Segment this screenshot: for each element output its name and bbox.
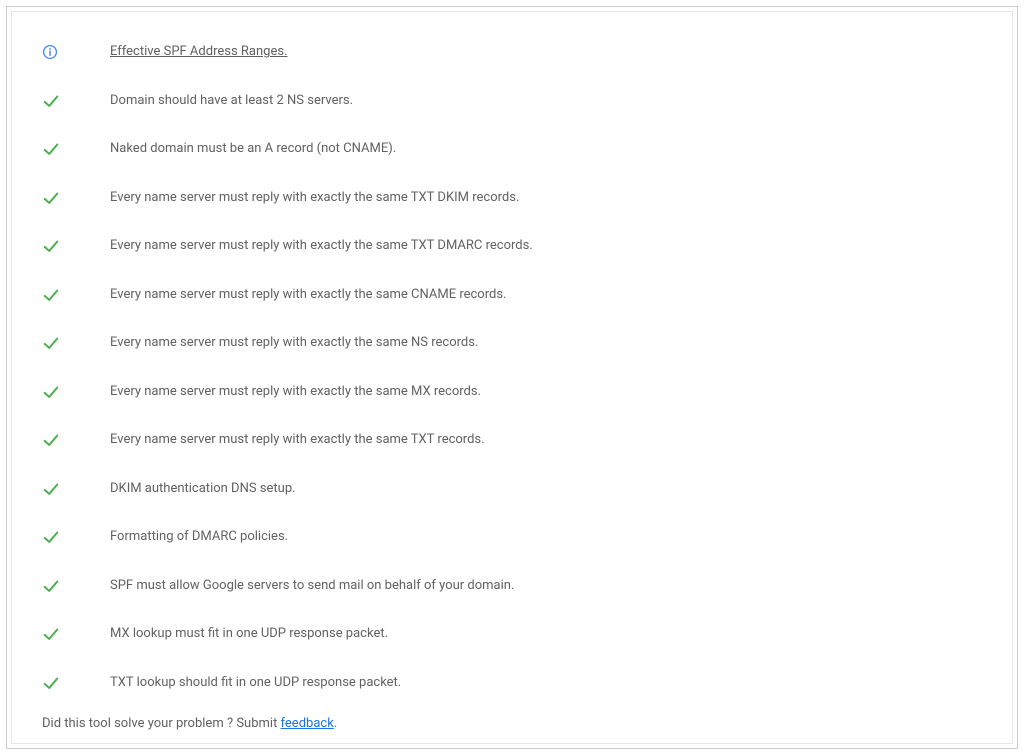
check-text: DKIM authentication DNS setup. [110, 481, 296, 497]
check-text: Every name server must reply with exactl… [110, 432, 485, 448]
check-link[interactable]: Effective SPF Address Ranges. [110, 44, 288, 60]
check-text: Every name server must reply with exactl… [110, 335, 478, 351]
check-row: Domain should have at least 2 NS servers… [42, 77, 982, 126]
check-row: Formatting of DMARC policies. [42, 513, 982, 562]
outer-border: Effective SPF Address Ranges. Domain shou… [6, 6, 1018, 749]
check-icon [42, 528, 60, 546]
check-row: Every name server must reply with exactl… [42, 222, 982, 271]
check-row: DKIM authentication DNS setup. [42, 465, 982, 514]
check-icon [42, 674, 60, 692]
check-icon-cell [42, 383, 110, 401]
check-text: Every name server must reply with exactl… [110, 384, 481, 400]
check-text: Formatting of DMARC policies. [110, 529, 288, 545]
check-icon-cell [42, 237, 110, 255]
check-icon [42, 431, 60, 449]
check-icon [42, 383, 60, 401]
check-row: Every name server must reply with exactl… [42, 271, 982, 320]
check-text: TXT lookup should fit in one UDP respons… [110, 675, 401, 691]
check-icon-cell [42, 480, 110, 498]
check-icon-cell [42, 431, 110, 449]
footer-prefix: Did this tool solve your problem ? Submi… [42, 716, 281, 731]
check-text: Every name server must reply with exactl… [110, 190, 519, 206]
check-icon [42, 189, 60, 207]
check-icon [42, 480, 60, 498]
check-row: SPF must allow Google servers to send ma… [42, 562, 982, 611]
check-row: MX lookup must fit in one UDP response p… [42, 610, 982, 659]
check-icon-cell [42, 92, 110, 110]
check-row: Naked domain must be an A record (not CN… [42, 125, 982, 174]
check-text: Domain should have at least 2 NS servers… [110, 93, 353, 109]
check-icon [42, 286, 60, 304]
check-row: Every name server must reply with exactl… [42, 174, 982, 223]
check-icon [42, 140, 60, 158]
check-text: Every name server must reply with exactl… [110, 287, 506, 303]
check-icon-cell [42, 528, 110, 546]
check-icon-cell [42, 44, 110, 60]
check-text: SPF must allow Google servers to send ma… [110, 578, 514, 594]
check-icon-cell [42, 140, 110, 158]
check-icon-cell [42, 189, 110, 207]
check-icon [42, 577, 60, 595]
feedback-link[interactable]: feedback [281, 716, 334, 731]
check-icon-cell [42, 577, 110, 595]
check-row: Every name server must reply with exactl… [42, 368, 982, 417]
footer-suffix: . [334, 716, 337, 731]
check-text: Naked domain must be an A record (not CN… [110, 141, 396, 157]
results-panel: Effective SPF Address Ranges. Domain shou… [11, 11, 1013, 744]
check-icon [42, 237, 60, 255]
check-icon-cell [42, 334, 110, 352]
info-icon [42, 44, 58, 60]
check-icon-cell [42, 674, 110, 692]
check-icon [42, 92, 60, 110]
feedback-footer: Did this tool solve your problem ? Submi… [42, 710, 982, 731]
check-icon [42, 625, 60, 643]
check-row: Every name server must reply with exactl… [42, 416, 982, 465]
checks-list: Effective SPF Address Ranges. Domain shou… [42, 28, 982, 710]
check-icon-cell [42, 286, 110, 304]
check-icon-cell [42, 625, 110, 643]
check-text: Every name server must reply with exactl… [110, 238, 533, 254]
check-row: Every name server must reply with exactl… [42, 319, 982, 368]
check-row: TXT lookup should fit in one UDP respons… [42, 659, 982, 708]
check-row: Effective SPF Address Ranges. [42, 28, 982, 77]
check-text: MX lookup must fit in one UDP response p… [110, 626, 388, 642]
check-icon [42, 334, 60, 352]
